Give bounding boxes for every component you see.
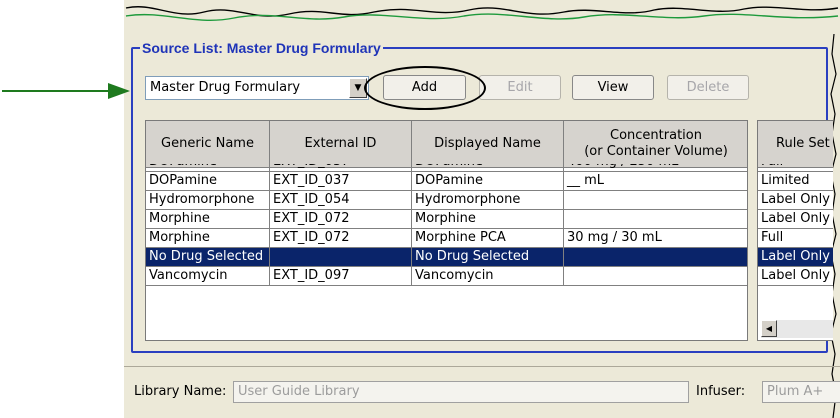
column-header-concentration[interactable]: Concentration (or Container Volume) (564, 121, 747, 168)
table-cell[interactable]: Hydromorphone (146, 191, 270, 210)
table-cell[interactable]: __ mL (564, 172, 747, 191)
table-cell[interactable]: Morphine (146, 210, 270, 229)
infuser-label: Infuser: (696, 384, 746, 399)
clipped-rule-row: Full (758, 164, 833, 172)
library-name-label: Library Name: (134, 384, 227, 399)
source-list-dropdown[interactable]: Master Drug Formulary ▼ (145, 76, 369, 100)
concentration-header-line2: (or Container Volume) (584, 144, 728, 159)
edit-button[interactable]: Edit (479, 75, 561, 100)
clipped-table-row: DOPamine EXT_ID_037 DOPamine 400 mg / 25… (146, 164, 747, 172)
table-cell[interactable]: Label Only (758, 267, 833, 286)
horizontal-scrollbar[interactable]: ◀ (761, 320, 833, 338)
table-cell[interactable]: Vancomycin (146, 267, 270, 286)
table-cell[interactable] (564, 248, 747, 267)
infuser-field[interactable]: Plum A+ (762, 381, 840, 403)
torn-edge-decoration (125, 6, 839, 21)
table-cell: 400 mg / 250 mL (564, 164, 747, 172)
table-cell[interactable] (564, 267, 747, 286)
table-cell[interactable]: No Drug Selected (146, 248, 270, 267)
table-cell[interactable]: Vancomycin (412, 267, 564, 286)
library-name-field[interactable]: User Guide Library (233, 381, 689, 403)
rule-sets-table: Rule Set Full LimitedLabel OnlyLabel Onl… (757, 120, 833, 341)
table-cell[interactable]: Morphine PCA (412, 229, 564, 248)
scroll-left-icon[interactable]: ◀ (761, 320, 777, 337)
column-header-generic-name[interactable]: Generic Name (146, 121, 270, 168)
table-cell[interactable]: Label Only (758, 210, 833, 229)
table-cell[interactable]: EXT_ID_037 (270, 172, 412, 191)
table-cell[interactable]: Label Only (758, 248, 833, 267)
table-cell[interactable]: 30 mg / 30 mL (564, 229, 747, 248)
table-cell[interactable] (564, 191, 747, 210)
source-list-title: Source List: Master Drug Formulary (140, 40, 383, 56)
table-cell: DOPamine (412, 164, 564, 172)
table-cell[interactable]: Label Only (758, 191, 833, 210)
pointer-arrow-annotation (2, 83, 130, 99)
dropdown-selected-value: Master Drug Formulary (150, 80, 301, 95)
table-cell[interactable]: Limited (758, 172, 833, 191)
table-cell[interactable]: DOPamine (412, 172, 564, 191)
table-cell[interactable]: Hydromorphone (412, 191, 564, 210)
table-cell[interactable]: No Drug Selected (412, 248, 564, 267)
column-header-external-id[interactable]: External ID (270, 121, 412, 168)
table-cell[interactable]: Morphine (412, 210, 564, 229)
add-button[interactable]: Add (383, 75, 466, 100)
drug-table: Generic Name External ID Displayed Name … (145, 120, 748, 341)
table-cell: DOPamine (146, 164, 270, 172)
view-button[interactable]: View (572, 75, 654, 100)
table-cell: EXT_ID_037 (270, 164, 412, 172)
table-cell: Full (758, 164, 833, 172)
table-cell[interactable]: EXT_ID_072 (270, 229, 412, 248)
delete-button[interactable]: Delete (667, 75, 749, 100)
chevron-down-icon[interactable]: ▼ (349, 78, 367, 98)
column-header-displayed-name[interactable]: Displayed Name (412, 121, 564, 168)
table-cell[interactable]: Full (758, 229, 833, 248)
table-cell[interactable]: EXT_ID_054 (270, 191, 412, 210)
table-cell[interactable]: Morphine (146, 229, 270, 248)
concentration-header-line1: Concentration (610, 128, 702, 143)
table-cell[interactable] (270, 248, 412, 267)
column-header-rule-sets[interactable]: Rule Set (758, 121, 833, 168)
table-cell[interactable] (564, 210, 747, 229)
footer-divider (124, 366, 840, 367)
table-cell[interactable]: EXT_ID_097 (270, 267, 412, 286)
table-cell[interactable]: EXT_ID_072 (270, 210, 412, 229)
table-cell[interactable]: DOPamine (146, 172, 270, 191)
